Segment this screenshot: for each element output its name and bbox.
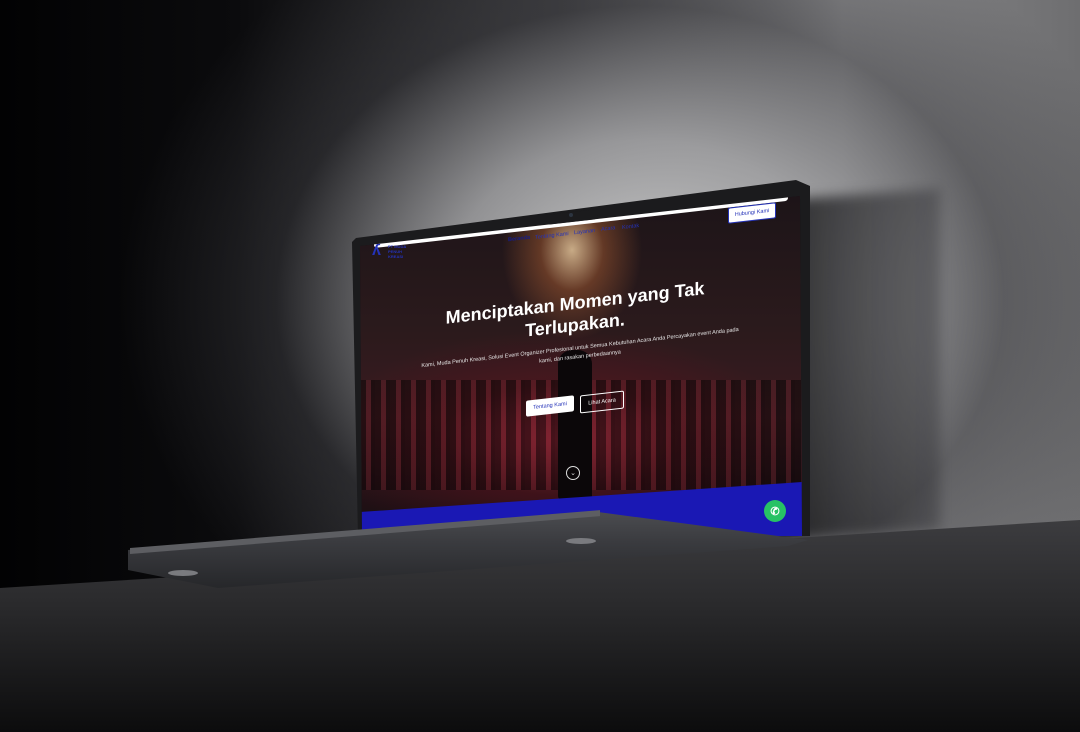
camera-icon [569, 213, 573, 217]
whatsapp-icon[interactable]: ✆ [764, 500, 786, 522]
laptop-foot [566, 538, 596, 544]
laptop-screen: ʎ PT MUDA PENUH KREASI Beranda Tentang K… [360, 196, 802, 538]
logo-text[interactable]: PT MUDA PENUH KREASI [388, 244, 416, 259]
logo-icon[interactable]: ʎ [372, 242, 386, 260]
chevron-down-icon[interactable]: ⌄ [566, 466, 580, 480]
laptop-foot [168, 570, 198, 576]
